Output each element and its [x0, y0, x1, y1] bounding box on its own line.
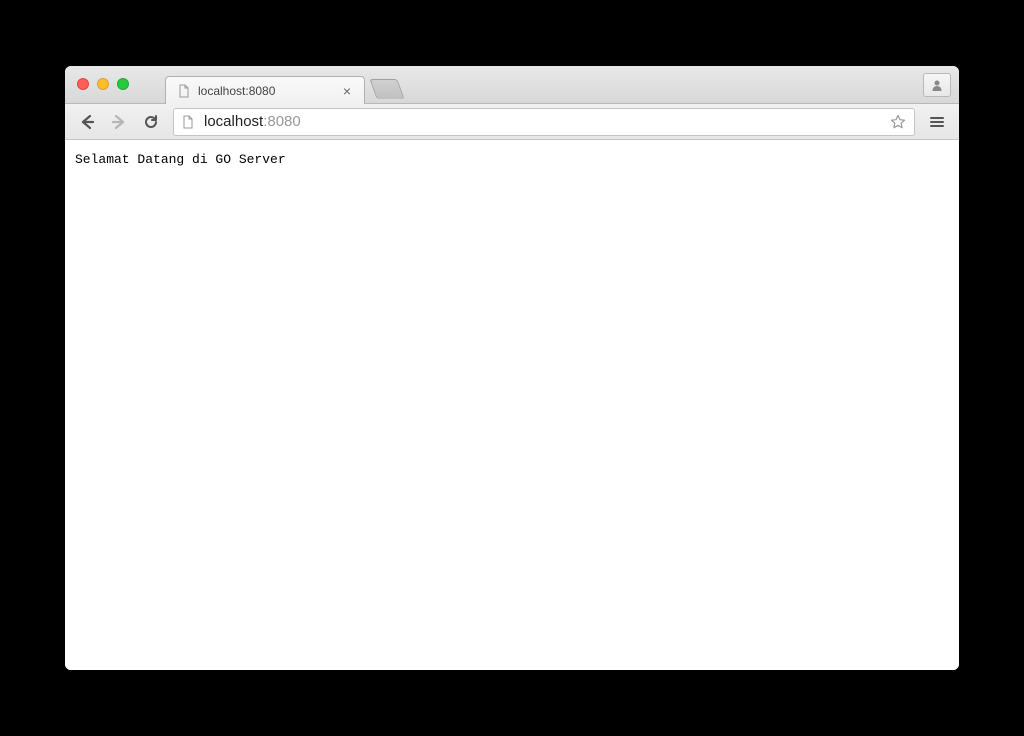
page-content: Selamat Datang di GO Server: [65, 140, 959, 670]
tab-close-icon[interactable]: ×: [340, 84, 354, 98]
tab-active[interactable]: localhost:8080 ×: [165, 76, 365, 104]
user-icon: [930, 78, 944, 92]
address-bar[interactable]: localhost:8080: [173, 108, 915, 136]
url-port: :8080: [263, 113, 301, 130]
toolbar: localhost:8080: [65, 104, 959, 140]
bookmark-button[interactable]: [888, 112, 908, 132]
url-host: localhost: [204, 113, 263, 130]
menu-button[interactable]: [923, 108, 951, 136]
file-icon: [176, 83, 192, 99]
back-button[interactable]: [73, 108, 101, 136]
tab-title: localhost:8080: [198, 84, 332, 98]
arrow-left-icon: [78, 113, 96, 131]
star-icon: [890, 114, 906, 130]
hamburger-icon: [929, 114, 945, 130]
url-text: localhost:8080: [204, 113, 888, 130]
reload-icon: [143, 114, 159, 130]
titlebar: localhost:8080 ×: [65, 66, 959, 104]
user-profile-button[interactable]: [923, 73, 951, 97]
browser-window: localhost:8080 ×: [65, 66, 959, 670]
window-close-button[interactable]: [77, 78, 89, 90]
reload-button[interactable]: [137, 108, 165, 136]
window-maximize-button[interactable]: [117, 78, 129, 90]
arrow-right-icon: [110, 113, 128, 131]
page-body-text: Selamat Datang di GO Server: [75, 152, 286, 167]
file-icon: [180, 114, 196, 130]
traffic-lights: [77, 78, 129, 90]
window-minimize-button[interactable]: [97, 78, 109, 90]
tabs-row: localhost:8080 ×: [165, 66, 401, 103]
new-tab-button[interactable]: [369, 79, 404, 99]
forward-button[interactable]: [105, 108, 133, 136]
